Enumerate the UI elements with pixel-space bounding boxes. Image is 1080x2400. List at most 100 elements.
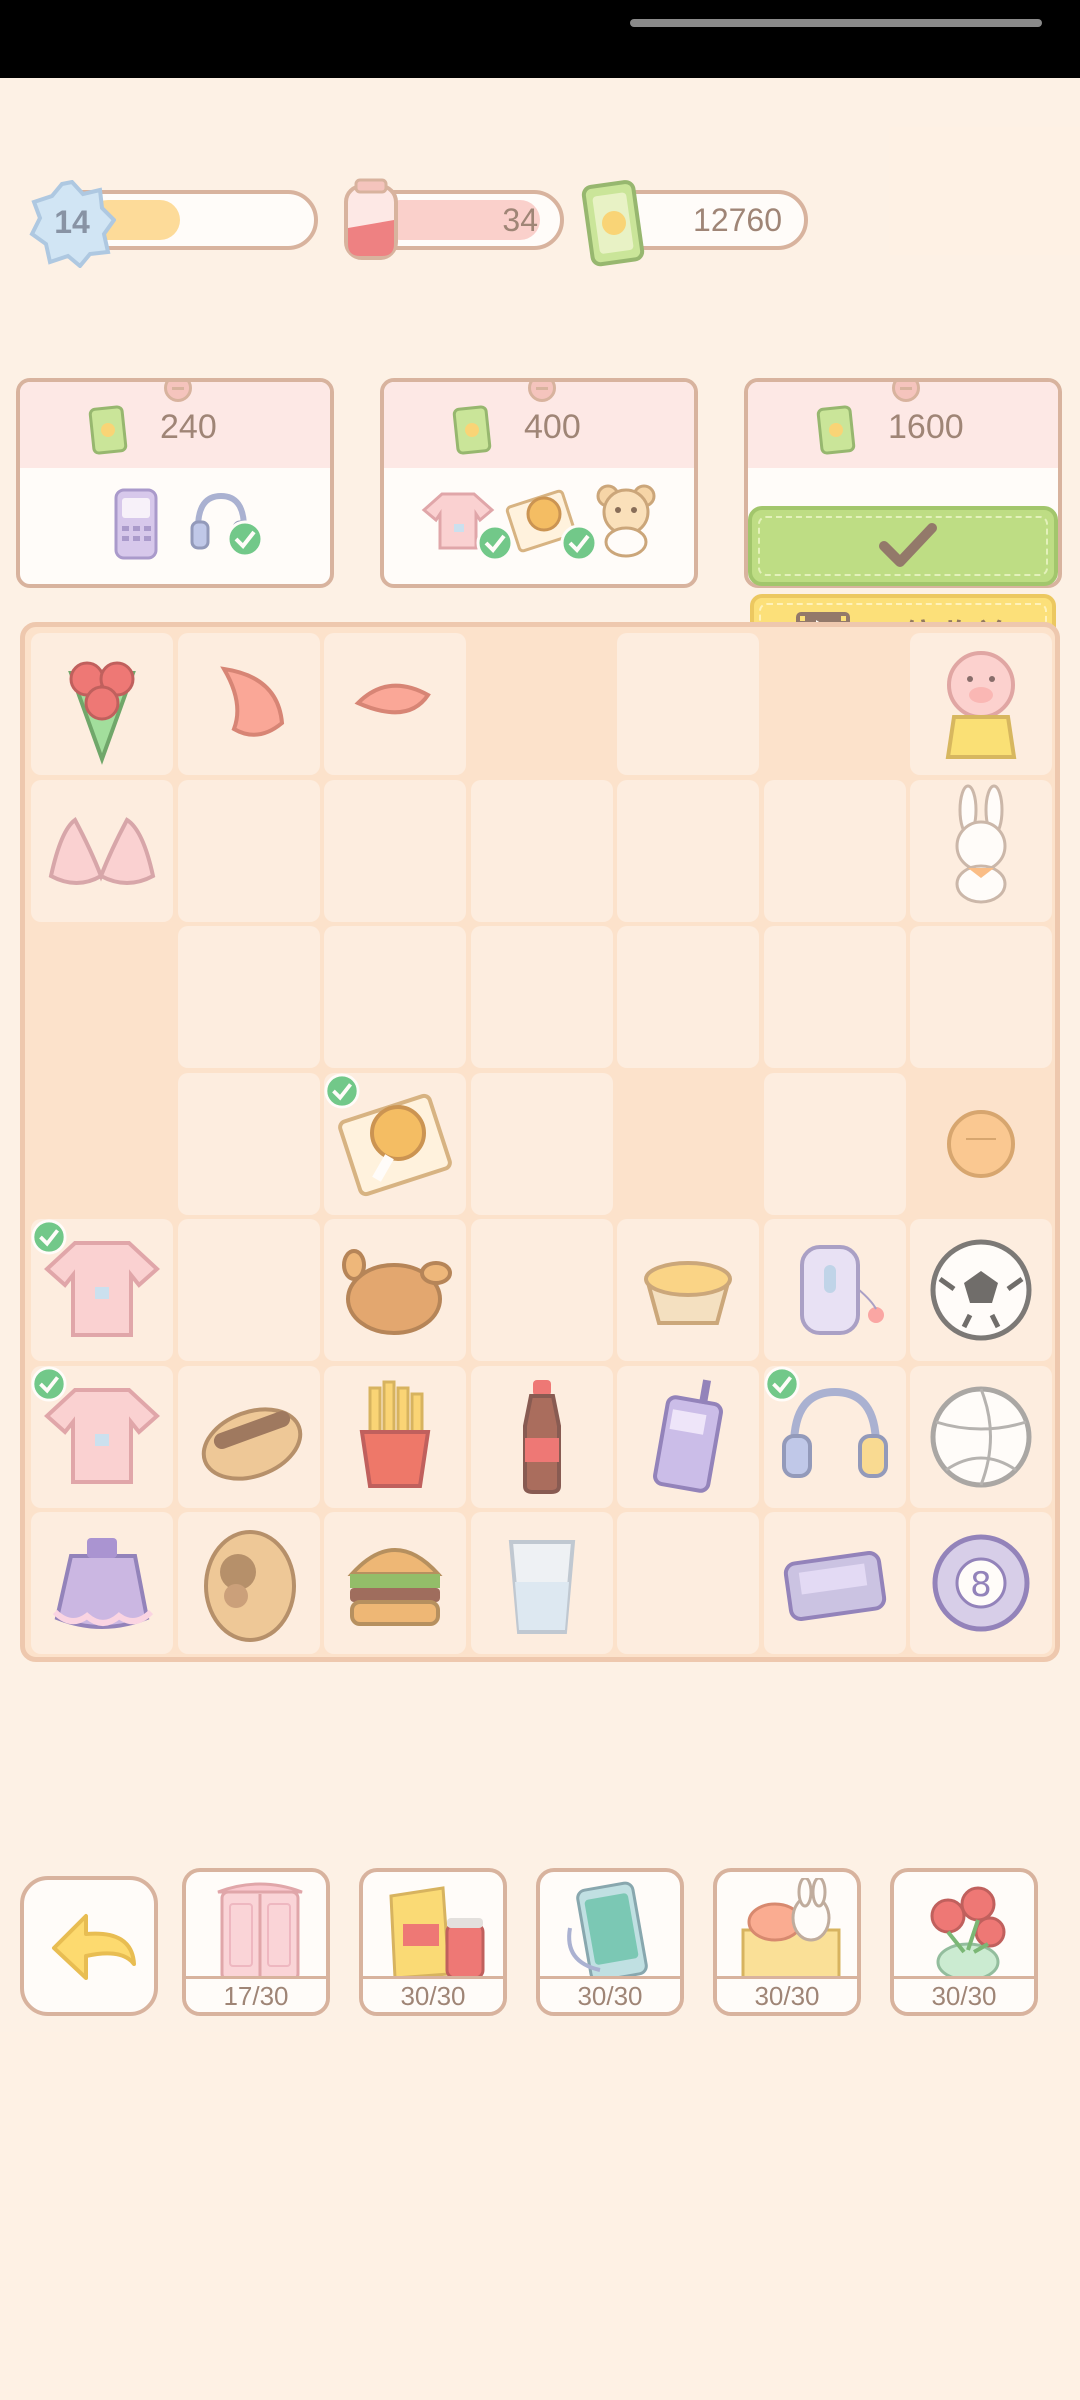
- board-cell[interactable]: [763, 1072, 906, 1215]
- category-gifts[interactable]: 30/30: [713, 1868, 861, 2016]
- board-cell[interactable]: [31, 633, 173, 775]
- pager-icon: [783, 1551, 886, 1621]
- check-icon: [31, 1365, 67, 1402]
- board-cell[interactable]: [617, 633, 759, 775]
- petal-icon: [219, 666, 284, 737]
- board-cell[interactable]: [910, 1219, 1052, 1361]
- category-count: 30/30: [540, 1976, 680, 2012]
- status-bar: [0, 0, 1080, 78]
- board-cell[interactable]: [177, 1072, 320, 1215]
- board-cell[interactable]: [763, 926, 906, 1068]
- cash-icon: [452, 405, 492, 455]
- cordless-phone-icon: [653, 1378, 723, 1493]
- energy-value: 34: [502, 202, 538, 238]
- board-cell[interactable]: [763, 1365, 906, 1508]
- bra-icon: [48, 816, 156, 885]
- board-cell[interactable]: [763, 1219, 906, 1361]
- phone-icon: [114, 488, 158, 560]
- board-cell[interactable]: [324, 779, 466, 922]
- check-icon: [763, 1365, 800, 1402]
- board-cell[interactable]: [31, 1219, 173, 1361]
- level-number: 14: [54, 204, 90, 240]
- water-glass-icon: [508, 1540, 575, 1634]
- board-cell[interactable]: [910, 926, 1052, 1068]
- order-reward: 240: [160, 408, 217, 446]
- category-wardrobe[interactable]: 17/30: [182, 1868, 330, 2016]
- ping-pong-ball-icon: [947, 1109, 1015, 1178]
- check-icon: [226, 520, 264, 558]
- board-cell[interactable]: [470, 1512, 613, 1654]
- pig-plush-icon: [945, 651, 1017, 759]
- board-cell[interactable]: [471, 633, 613, 775]
- category-snacks[interactable]: 30/30: [359, 1868, 507, 2016]
- slipper-icon: [203, 1530, 296, 1642]
- order-reward: 400: [524, 408, 581, 446]
- board-cell[interactable]: [324, 926, 466, 1068]
- cola-bottle-icon: [522, 1379, 561, 1494]
- board-cell[interactable]: [617, 1073, 759, 1215]
- board-cell[interactable]: [324, 1512, 466, 1654]
- board-cell[interactable]: [470, 1072, 613, 1215]
- board-cell[interactable]: [324, 633, 466, 775]
- category-count: 30/30: [717, 1976, 857, 2012]
- board-cell[interactable]: [324, 1072, 466, 1215]
- board-cell[interactable]: [470, 1365, 613, 1508]
- board-cell[interactable]: [177, 779, 320, 922]
- soccer-ball-icon: [930, 1239, 1032, 1341]
- board-cell[interactable]: [31, 1365, 173, 1508]
- eight-ball-icon: 8: [932, 1534, 1030, 1632]
- board-cell[interactable]: [470, 779, 613, 922]
- board-cell[interactable]: [470, 1219, 613, 1361]
- category-count: 17/30: [186, 1976, 326, 2012]
- teddy-bear-icon: [596, 484, 656, 558]
- board-cell[interactable]: [31, 926, 173, 1068]
- order-reward: 1600: [888, 408, 964, 446]
- board-cell[interactable]: [324, 1365, 466, 1508]
- order-card-1[interactable]: 240: [16, 378, 334, 588]
- board-cell[interactable]: [910, 779, 1052, 922]
- board-cell[interactable]: [470, 926, 613, 1068]
- petal-small-icon: [354, 683, 431, 715]
- board-cell[interactable]: [763, 779, 906, 922]
- board-cell[interactable]: [910, 1073, 1052, 1215]
- board-cell[interactable]: [617, 1365, 759, 1508]
- back-button[interactable]: [20, 1876, 158, 2016]
- board-cell[interactable]: [177, 1365, 320, 1508]
- board-cell[interactable]: [177, 633, 320, 775]
- wardrobe-icon: [217, 1882, 303, 1982]
- board-cell[interactable]: [177, 1219, 320, 1361]
- merge-board: 8: [20, 622, 1060, 1662]
- category-electronics[interactable]: 30/30: [536, 1868, 684, 2016]
- cash-icon: [816, 405, 856, 455]
- board-cell[interactable]: [177, 1512, 320, 1654]
- board-cell[interactable]: [31, 1073, 173, 1215]
- sandals-icon: [201, 1406, 302, 1481]
- board-cell[interactable]: [763, 1512, 906, 1654]
- board-cell[interactable]: [764, 633, 906, 775]
- category-flowers[interactable]: 30/30: [890, 1868, 1038, 2016]
- rose-bouquet-icon: [68, 661, 136, 765]
- board-cell[interactable]: [31, 1512, 173, 1654]
- complete-order-button[interactable]: [748, 506, 1058, 586]
- board-cell[interactable]: [177, 926, 320, 1068]
- volleyball-icon: [930, 1386, 1032, 1487]
- snacks-icon: [389, 1886, 485, 1980]
- board-cell[interactable]: [617, 1219, 759, 1361]
- burger-icon: [347, 1548, 443, 1626]
- board-cell[interactable]: [324, 1219, 466, 1361]
- board-cell[interactable]: 8: [910, 1512, 1052, 1654]
- board-cell[interactable]: [617, 779, 759, 922]
- cash-icon: [88, 405, 128, 455]
- board-cell[interactable]: [31, 779, 173, 922]
- order-card-2[interactable]: 400: [380, 378, 698, 588]
- board-cell[interactable]: [617, 1512, 759, 1654]
- flower-pot-icon: [930, 1886, 1006, 1982]
- back-arrow-icon: [52, 1914, 136, 1980]
- board-cell[interactable]: [617, 926, 759, 1068]
- board-cell[interactable]: [910, 633, 1052, 775]
- svg-text:8: 8: [970, 1565, 992, 1605]
- smartphone-icon: [567, 1881, 648, 1982]
- board-cell[interactable]: [910, 1365, 1052, 1508]
- check-icon: [31, 1219, 67, 1255]
- egg-tart-icon: [644, 1261, 732, 1325]
